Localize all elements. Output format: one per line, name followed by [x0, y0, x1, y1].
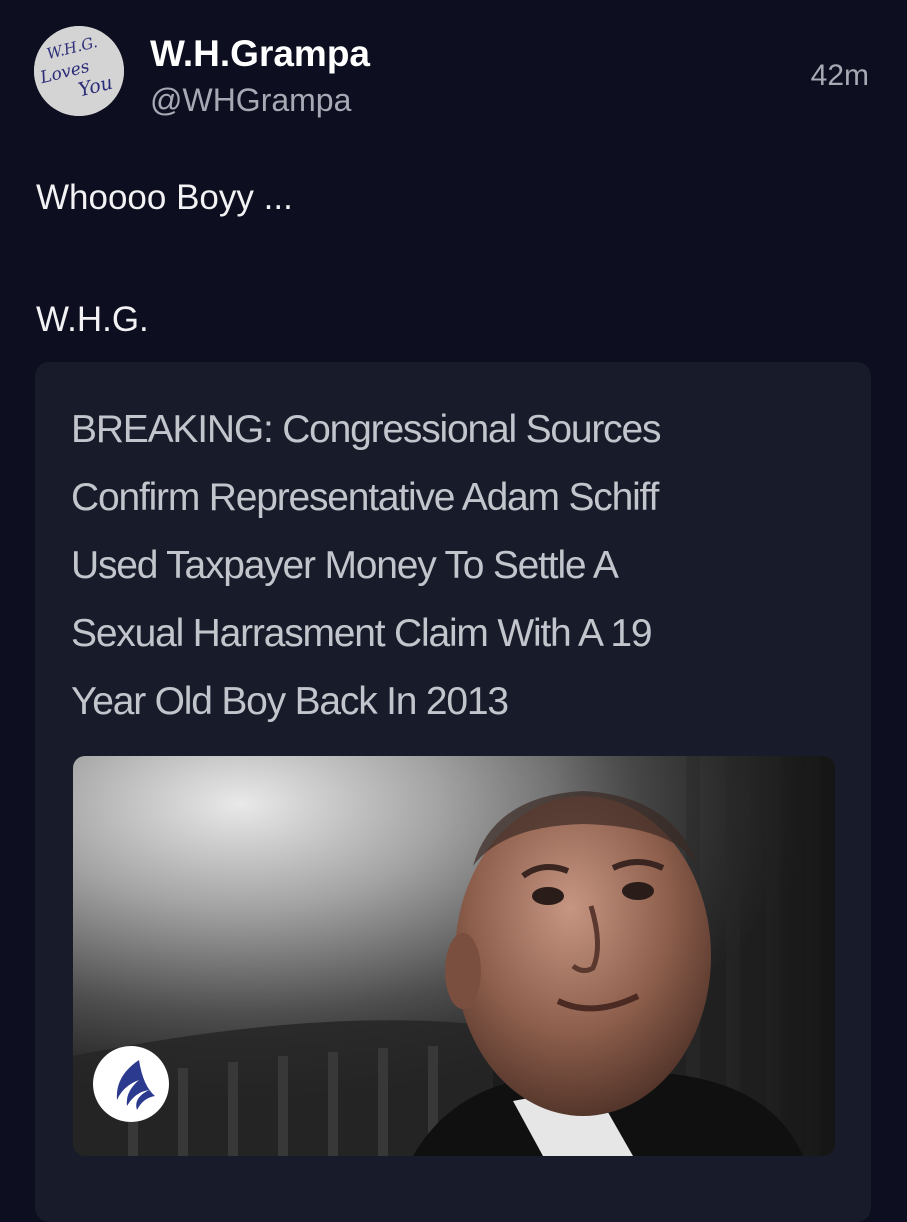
headline-line: Confirm Representative Adam Schiff: [71, 476, 659, 519]
card-headline: BREAKING: Congressional Sources Confirm …: [71, 396, 841, 736]
eagle-wing-logo-icon: [93, 1046, 169, 1122]
display-name[interactable]: W.H.Grampa: [150, 32, 370, 76]
timestamp: 42m: [810, 59, 869, 92]
headline-line: Used Taxpayer Money To Settle A: [71, 544, 619, 587]
tweet: W.H.G. Loves You W.H.Grampa @WHGrampa 42…: [0, 0, 907, 1222]
headline-line: BREAKING: Congressional Sources: [71, 408, 661, 451]
attached-image-card[interactable]: BREAKING: Congressional Sources Confirm …: [35, 362, 871, 1222]
portrait-photo[interactable]: [73, 756, 835, 1156]
user-handle[interactable]: @WHGrampa: [150, 80, 351, 120]
post-text-line: Whoooo Boyy ...: [36, 178, 293, 217]
post-text-line: W.H.G.: [36, 300, 149, 339]
avatar[interactable]: W.H.G. Loves You: [34, 26, 124, 116]
headline-line: Sexual Harrasment Claim With A 19: [71, 612, 653, 655]
headline-line: Year Old Boy Back In 2013: [71, 680, 509, 723]
